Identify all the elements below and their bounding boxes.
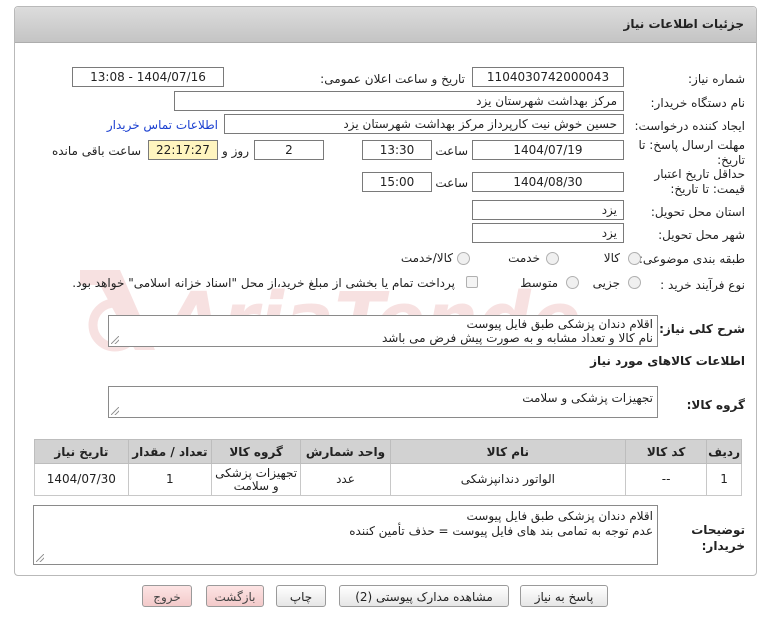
price-validity-label: حداقل تاریخ اعتبار قیمت: تا تاریخ: bbox=[654, 167, 745, 196]
cell-code: -- bbox=[625, 463, 708, 496]
goods-group-textarea[interactable]: تجهیزات پزشکی و سلامت bbox=[108, 386, 658, 418]
category-option-goods-service: کالا/خدمت bbox=[400, 251, 453, 265]
validity-time-label: ساعت bbox=[435, 176, 468, 190]
category-radio-goods-service[interactable] bbox=[457, 252, 470, 265]
delivery-province-label: استان محل تحویل: bbox=[650, 205, 745, 219]
delivery-city-label: شهر محل تحویل: bbox=[658, 228, 745, 242]
treasury-payment-note: پرداخت تمام یا بخشی از مبلغ خرید،از محل … bbox=[72, 276, 455, 290]
process-label: نوع فرآیند خرید : bbox=[660, 278, 745, 292]
category-label: طبقه بندی موضوعی: bbox=[638, 252, 745, 266]
col-header-name: نام کالا bbox=[389, 439, 627, 464]
reply-deadline-label: مهلت ارسال پاسخ: تا تاریخ: bbox=[638, 138, 745, 167]
cell-date: 1404/07/30 bbox=[34, 463, 129, 496]
col-header-row: ردیف bbox=[706, 439, 742, 464]
buyer-org-label: نام دستگاه خریدار: bbox=[650, 96, 746, 110]
cell-name: الواتور دندانپزشکی bbox=[389, 463, 627, 496]
reply-days-field: 2 bbox=[254, 140, 324, 160]
process-radio-minor[interactable] bbox=[628, 276, 641, 289]
process-radio-medium[interactable] bbox=[566, 276, 579, 289]
description-line-2: نام کالا و تعداد مشابه و به صورت پیش فرض… bbox=[381, 331, 653, 345]
description-textarea[interactable]: اقلام دندان پزشکی طبق فایل پیوست نام کال… bbox=[108, 315, 658, 347]
exit-button[interactable]: خروج bbox=[142, 585, 192, 607]
remaining-label: ساعت باقی مانده bbox=[51, 144, 141, 158]
category-radio-goods[interactable] bbox=[628, 252, 641, 265]
reply-date-field: 1404/07/19 bbox=[472, 140, 624, 160]
remaining-time-field: 22:17:27 bbox=[148, 140, 218, 160]
buyer-contact-link[interactable]: اطلاعات تماس خریدار bbox=[107, 118, 218, 132]
category-option-service: خدمت bbox=[508, 251, 540, 265]
reply-button[interactable]: پاسخ به نیاز bbox=[520, 585, 608, 607]
print-button[interactable]: چاپ bbox=[276, 585, 326, 607]
category-option-goods: کالا bbox=[603, 251, 620, 265]
cell-qty: 1 bbox=[127, 463, 212, 496]
process-option-minor: جزیی bbox=[592, 276, 620, 290]
resize-grip-icon[interactable] bbox=[36, 554, 44, 562]
buyer-notes-line-2: عدم توجه به تمامی بند های فایل پیوست = ح… bbox=[349, 524, 653, 538]
announce-label: تاریخ و ساعت اعلان عمومی: bbox=[320, 72, 465, 86]
process-option-medium: متوسط bbox=[520, 276, 558, 290]
panel-title: جزئیات اطلاعات نیاز bbox=[623, 17, 744, 31]
delivery-city-field: یزد bbox=[472, 223, 624, 243]
category-radio-service[interactable] bbox=[546, 252, 559, 265]
resize-grip-icon[interactable] bbox=[111, 407, 119, 415]
requester-label: ایجاد کننده درخواست: bbox=[634, 119, 745, 133]
col-header-qty: تعداد / مقدار bbox=[127, 439, 212, 464]
announce-field: 1404/07/16 - 13:08 bbox=[72, 67, 224, 87]
table-row[interactable]: 1 -- الواتور دندانپزشکی عدد تجهیزات پزشک… bbox=[34, 463, 742, 496]
goods-group-value: تجهیزات پزشکی و سلامت bbox=[522, 391, 653, 405]
resize-grip-icon[interactable] bbox=[111, 336, 119, 344]
table-header-row: ردیف کد کالا نام کالا واحد شمارش گروه کا… bbox=[34, 439, 742, 464]
requester-field: حسین خوش نیت کارپرداز مرکز بهداشت شهرستا… bbox=[224, 114, 624, 134]
buyer-notes-line-1: اقلام دندان پزشکی طبق فایل پیوست bbox=[466, 509, 653, 523]
description-label: شرح کلی نیاز: bbox=[659, 322, 745, 336]
goods-group-label: گروه کالا: bbox=[686, 398, 745, 412]
col-header-code: کد کالا bbox=[625, 439, 708, 464]
buyer-notes-label: توضیحات خریدار: bbox=[691, 523, 745, 553]
validity-date-field: 1404/08/30 bbox=[472, 172, 624, 192]
reply-time-field: 13:30 bbox=[362, 140, 432, 160]
goods-info-title: اطلاعات کالاهای مورد نیاز bbox=[590, 354, 745, 368]
cell-unit: عدد bbox=[300, 463, 391, 496]
back-button[interactable]: بازگشت bbox=[206, 585, 264, 607]
need-number-field: 1104030742000043 bbox=[472, 67, 624, 87]
buyer-org-field: مرکز بهداشت شهرستان یزد bbox=[174, 91, 624, 111]
panel-header: جزئیات اطلاعات نیاز bbox=[15, 7, 756, 43]
buyer-notes-textarea[interactable]: اقلام دندان پزشکی طبق فایل پیوست عدم توج… bbox=[33, 505, 658, 565]
reply-time-label: ساعت bbox=[435, 144, 468, 158]
col-header-group: گروه کالا bbox=[210, 439, 302, 464]
goods-table: ردیف کد کالا نام کالا واحد شمارش گروه کا… bbox=[34, 439, 742, 496]
col-header-unit: واحد شمارش bbox=[300, 439, 391, 464]
need-number-label: شماره نیاز: bbox=[688, 72, 745, 86]
col-header-date: تاریخ نیاز bbox=[34, 439, 129, 464]
cell-row: 1 bbox=[706, 463, 742, 496]
validity-time-field: 15:00 bbox=[362, 172, 432, 192]
view-attachments-button[interactable]: مشاهده مدارک پیوستی (2) bbox=[339, 585, 509, 607]
days-label: روز و bbox=[222, 144, 249, 158]
description-line-1: اقلام دندان پزشکی طبق فایل پیوست bbox=[466, 317, 653, 331]
cell-group: تجهیزات پزشکی و سلامت bbox=[210, 463, 302, 496]
delivery-province-field: یزد bbox=[472, 200, 624, 220]
treasury-payment-checkbox[interactable] bbox=[466, 276, 478, 288]
